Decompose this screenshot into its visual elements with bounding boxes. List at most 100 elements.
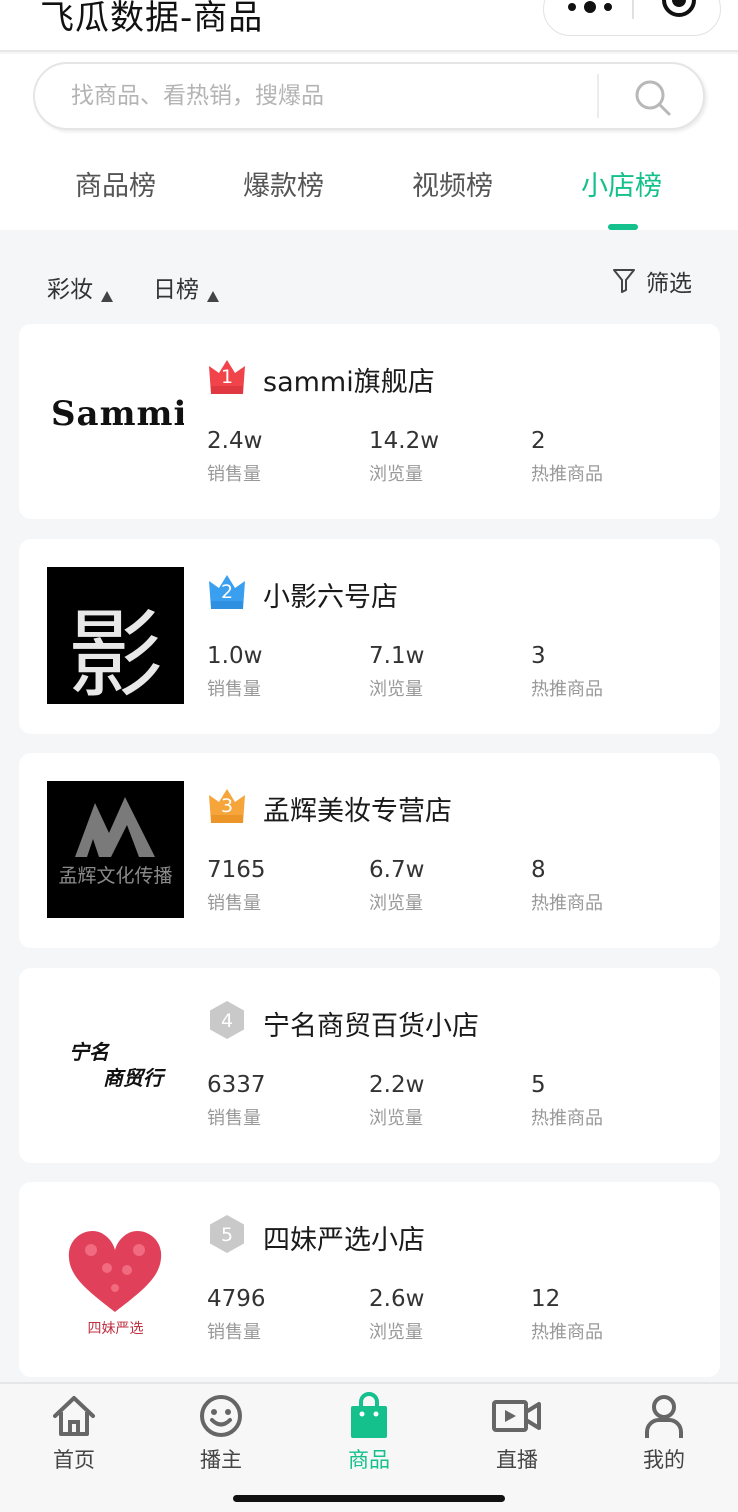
shop-card[interactable]: Sammi 1 sammi旗舰店 2.4w 销售量 14.2w 浏览量 2 热推… (19, 324, 720, 519)
sales-value: 4796 (207, 1286, 266, 1312)
shop-card[interactable]: 影 2 小影六号店 1.0w 销售量 7.1w 浏览量 3 热推商品 (19, 539, 720, 734)
category-label: 彩妆 (47, 277, 93, 303)
hot-products-label: 热推商品 (531, 1108, 603, 1129)
dropdown-triangle-icon (101, 291, 113, 302)
filter-button[interactable]: 筛选 (612, 264, 692, 298)
stat-hot-products: 2 热推商品 (531, 428, 603, 486)
search-bar (33, 62, 705, 130)
tab-hot-ranking[interactable]: 爆款榜 (243, 164, 324, 203)
nav-label: 播主 (200, 1448, 242, 1472)
nav-profile[interactable]: 我的 (614, 1392, 714, 1474)
stat-views: 2.2w 浏览量 (369, 1072, 424, 1130)
period-label: 日榜 (153, 277, 199, 303)
views-value: 2.6w (369, 1286, 425, 1312)
sales-value: 7165 (207, 857, 266, 883)
shop-logo: Sammi (47, 352, 184, 489)
shop-card[interactable]: 孟辉文化传播 3 孟辉美妆专营店 7165 销售量 6.7w 浏览量 8 热推商… (19, 753, 720, 948)
header: 商品榜 爆款榜 视频榜 小店榜 (0, 54, 738, 230)
views-label: 浏览量 (369, 893, 423, 914)
views-value: 2.2w (369, 1072, 425, 1098)
search-icon[interactable] (633, 78, 673, 118)
nav-streamers[interactable]: 播主 (171, 1392, 271, 1474)
nav-label: 我的 (643, 1448, 685, 1472)
nav-label: 商品 (348, 1448, 390, 1472)
nav-home[interactable]: 首页 (24, 1392, 124, 1474)
user-icon (645, 1395, 683, 1438)
capsule-divider (632, 0, 634, 19)
rank-crown-icon (209, 360, 245, 394)
sales-label: 销售量 (207, 1108, 261, 1129)
hot-products-label: 热推商品 (531, 893, 603, 914)
logo-text: Sammi (51, 394, 184, 434)
title-bar: 飞瓜数据-商品 (0, 0, 738, 52)
miniprogram-capsule (543, 0, 721, 36)
shop-card[interactable]: 宁名 商贸行 4 宁名商贸百货小店 6337 销售量 2.2w 浏览量 5 热推… (19, 968, 720, 1163)
tab-shop-ranking[interactable]: 小店榜 (581, 164, 662, 203)
more-menu-icon[interactable] (568, 0, 612, 15)
tab-product-ranking[interactable]: 商品榜 (75, 164, 156, 203)
shop-logo: 宁名 商贸行 (47, 996, 184, 1133)
stat-sales: 4796 销售量 (207, 1286, 266, 1344)
video-camera-icon (492, 1400, 541, 1432)
sales-label: 销售量 (207, 464, 261, 485)
stat-sales: 6337 销售量 (207, 1072, 266, 1130)
nav-products[interactable]: 商品 (319, 1392, 419, 1474)
stat-hot-products: 5 热推商品 (531, 1072, 603, 1130)
ranking-tabs: 商品榜 爆款榜 视频榜 小店榜 (0, 158, 738, 230)
stat-hot-products: 3 热推商品 (531, 643, 603, 701)
hot-products-value: 3 (531, 643, 546, 669)
shop-name: 四妹严选小店 (263, 1225, 425, 1256)
logo-text: 四妹严选 (87, 1321, 144, 1337)
stat-views: 7.1w 浏览量 (369, 643, 424, 701)
smile-icon (200, 1395, 242, 1437)
hot-products-label: 热推商品 (531, 1322, 603, 1343)
rank-crown-icon (209, 575, 245, 609)
logo-text: 宁名 (69, 1040, 109, 1064)
sales-label: 销售量 (207, 679, 261, 700)
search-input[interactable] (71, 78, 591, 114)
heart-logo-icon (68, 1230, 162, 1312)
rank-hexagon-icon (210, 1001, 244, 1039)
home-icon (53, 1396, 95, 1436)
shop-card[interactable]: 四妹严选 5 四妹严选小店 4796 销售量 2.6w 浏览量 12 热推商品 (19, 1182, 720, 1377)
filter-label: 筛选 (646, 271, 692, 297)
stat-hot-products: 12 热推商品 (531, 1286, 603, 1344)
hot-products-label: 热推商品 (531, 679, 603, 700)
stat-views: 6.7w 浏览量 (369, 857, 424, 915)
sales-value: 2.4w (207, 428, 263, 454)
hot-products-value: 8 (531, 857, 546, 883)
stat-hot-products: 8 热推商品 (531, 857, 603, 915)
app-title: 飞瓜数据-商品 (40, 0, 264, 38)
shop-name: 宁名商贸百货小店 (263, 1011, 479, 1042)
views-label: 浏览量 (369, 464, 423, 485)
views-value: 14.2w (369, 428, 440, 454)
nav-label: 首页 (53, 1448, 95, 1472)
views-value: 6.7w (369, 857, 425, 883)
sales-value: 1.0w (207, 643, 263, 669)
views-label: 浏览量 (369, 1108, 423, 1129)
logo-text: 孟辉文化传播 (58, 865, 173, 887)
views-label: 浏览量 (369, 679, 423, 700)
dropdown-triangle-icon (207, 291, 219, 302)
hot-products-value: 2 (531, 428, 546, 454)
rank-hexagon-icon (210, 1215, 244, 1253)
rank-crown-icon (209, 789, 245, 823)
sales-label: 销售量 (207, 893, 261, 914)
hot-products-value: 12 (531, 1286, 561, 1312)
category-dropdown[interactable]: 彩妆 (47, 270, 113, 304)
filter-row: 彩妆 日榜 筛选 (0, 230, 738, 322)
stat-sales: 2.4w 销售量 (207, 428, 262, 486)
period-dropdown[interactable]: 日榜 (153, 270, 219, 304)
home-indicator[interactable] (233, 1495, 505, 1502)
logo-text: 影 (67, 599, 164, 704)
hot-products-label: 热推商品 (531, 464, 603, 485)
filter-funnel-icon (613, 269, 635, 293)
logo-text: 商贸行 (103, 1066, 163, 1090)
nav-label: 直播 (496, 1448, 538, 1472)
nav-live[interactable]: 直播 (467, 1392, 567, 1474)
shop-logo: 四妹严选 (47, 1210, 184, 1347)
close-miniprogram-icon[interactable] (662, 0, 696, 17)
search-divider (597, 74, 599, 118)
shopping-bag-icon (351, 1392, 387, 1438)
tab-video-ranking[interactable]: 视频榜 (412, 164, 493, 203)
